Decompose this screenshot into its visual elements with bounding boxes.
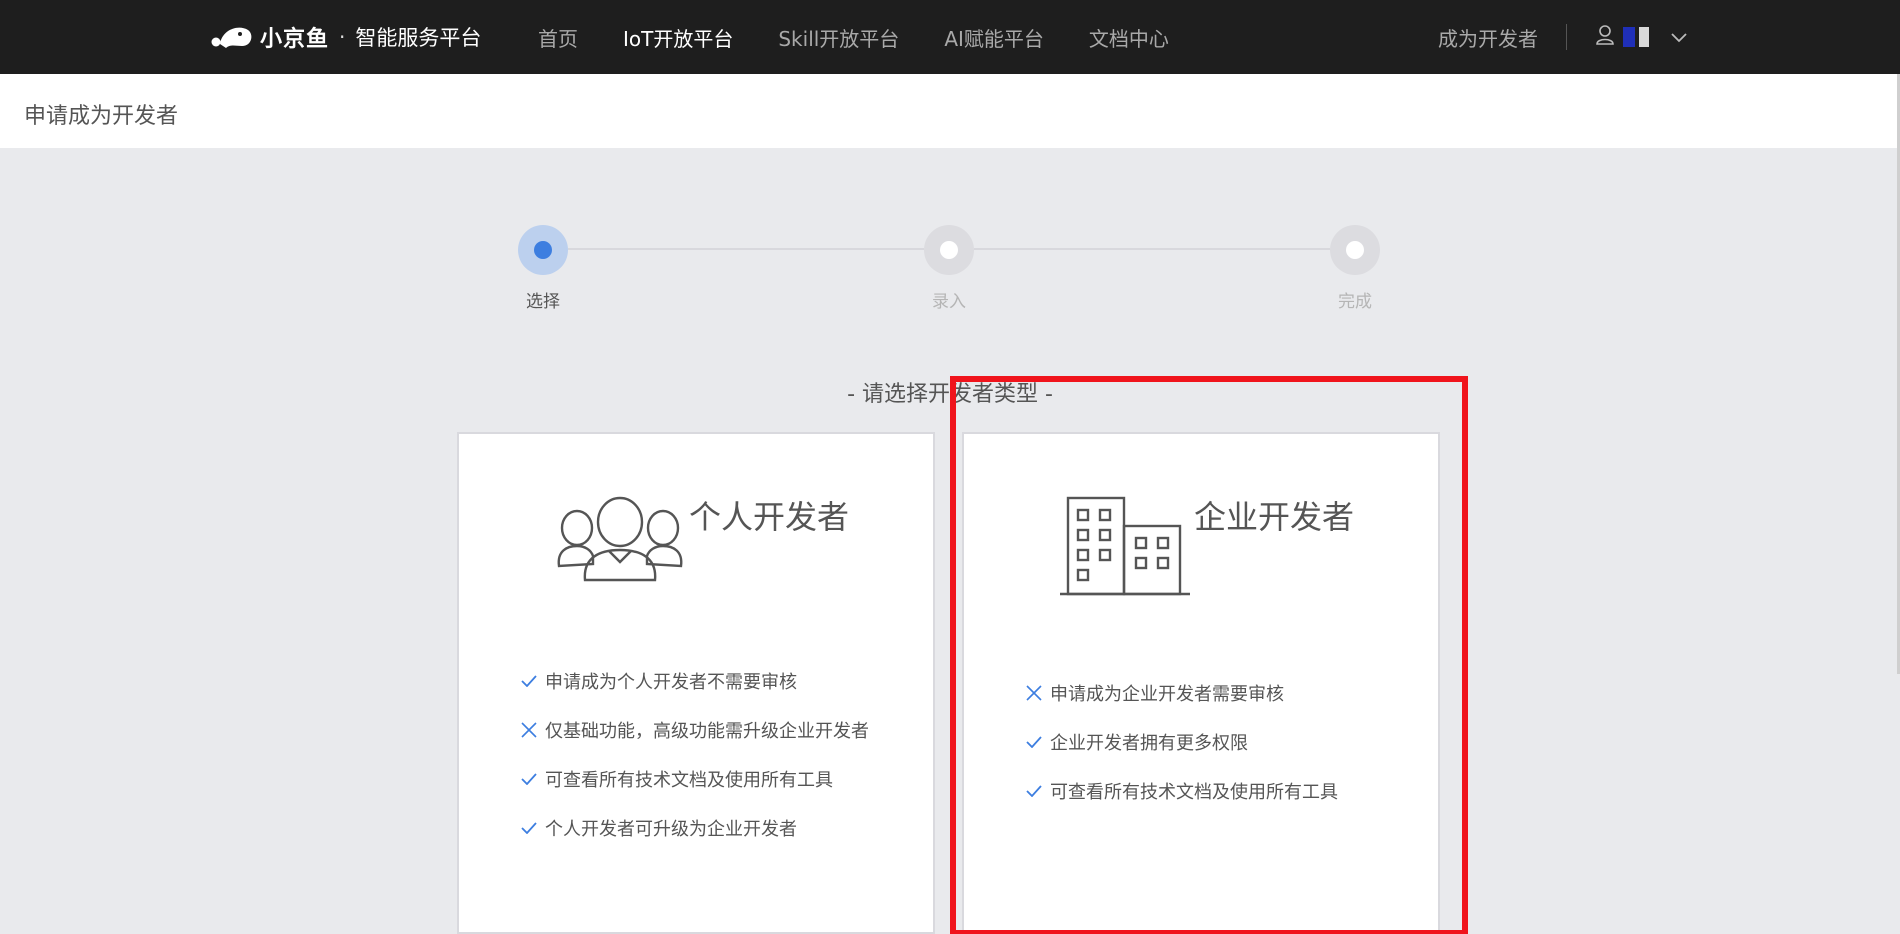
- list-item: 可查看所有技术文档及使用所有工具: [519, 754, 869, 803]
- feature-text: 申请成为企业开发者需要审核: [1050, 683, 1284, 705]
- list-item: 可查看所有技术文档及使用所有工具: [1024, 766, 1338, 815]
- feature-text: 个人开发者可升级为企业开发者: [545, 818, 797, 840]
- step-complete: 完成: [1330, 225, 1380, 312]
- buildings-icon: [1060, 494, 1190, 602]
- enterprise-feature-list: 申请成为企业开发者需要审核 企业开发者拥有更多权限 可查看所有技术文档及使用所有…: [1024, 668, 1338, 815]
- feature-text: 可查看所有技术文档及使用所有工具: [1050, 781, 1338, 803]
- step-select: 选择: [518, 225, 568, 312]
- check-icon: [519, 769, 539, 789]
- page-header: 申请成为开发者: [0, 74, 1900, 148]
- user-name-redacted: [1623, 27, 1635, 47]
- cross-icon: [519, 720, 539, 740]
- page-title: 申请成为开发者: [24, 104, 179, 129]
- nav-item-home[interactable]: 首页: [538, 23, 578, 52]
- step-connector-2: [974, 248, 1330, 250]
- nav-divider: [1566, 24, 1567, 50]
- check-icon: [519, 818, 539, 838]
- enterprise-developer-card[interactable]: 企业开发者 申请成为企业开发者需要审核 企业开发者拥有更多权限 可查看所有技术文…: [962, 432, 1440, 934]
- step-circle-pending: [1330, 225, 1380, 275]
- nav-item-iot[interactable]: IoT开放平台: [623, 23, 733, 52]
- list-item: 仅基础功能，高级功能需升级企业开发者: [519, 705, 869, 754]
- nav-item-ai[interactable]: AI赋能平台: [944, 23, 1044, 52]
- feature-text: 申请成为个人开发者不需要审核: [545, 671, 797, 693]
- feature-text: 仅基础功能，高级功能需升级企业开发者: [545, 720, 869, 742]
- progress-steps: 选择 录入 完成: [0, 148, 1900, 338]
- brand-separator: ·: [339, 25, 346, 49]
- check-icon: [519, 671, 539, 691]
- cross-icon: [1024, 683, 1044, 703]
- brand-subtitle: 智能服务平台: [355, 26, 482, 50]
- step-circle-active: [518, 225, 568, 275]
- list-item: 个人开发者可升级为企业开发者: [519, 803, 869, 852]
- step-label-input: 录入: [932, 292, 966, 312]
- personal-developer-card[interactable]: 个人开发者 申请成为个人开发者不需要审核 仅基础功能，高级功能需升级企业开发者 …: [457, 432, 935, 934]
- become-developer-link[interactable]: 成为开发者: [1438, 23, 1538, 52]
- feature-text: 企业开发者拥有更多权限: [1050, 732, 1248, 754]
- brand-name: 小京鱼: [260, 27, 330, 52]
- check-icon: [1024, 732, 1044, 752]
- nav-item-skill[interactable]: Skill开放平台: [778, 23, 899, 52]
- brand-logo[interactable]: 小京鱼 · 智能服务平台: [210, 20, 481, 54]
- step-input: 录入: [924, 225, 974, 312]
- personal-card-title: 个人开发者: [689, 498, 850, 536]
- top-right-area: 成为开发者: [1438, 0, 1687, 74]
- people-group-icon: [555, 496, 685, 590]
- check-icon: [1024, 781, 1044, 801]
- top-navigation-bar: 小京鱼 · 智能服务平台 首页 IoT开放平台 Skill开放平台 AI赋能平台…: [0, 0, 1900, 74]
- fish-logo-icon: [210, 22, 254, 52]
- chevron-down-icon: [1671, 28, 1687, 47]
- section-title: - 请选择开发者类型 -: [847, 382, 1053, 407]
- user-menu[interactable]: [1595, 24, 1687, 50]
- list-item: 申请成为个人开发者不需要审核: [519, 656, 869, 705]
- enterprise-card-title: 企业开发者: [1194, 498, 1355, 536]
- personal-feature-list: 申请成为个人开发者不需要审核 仅基础功能，高级功能需升级企业开发者 可查看所有技…: [519, 656, 869, 852]
- step-connector-1: [568, 248, 924, 250]
- list-item: 申请成为企业开发者需要审核: [1024, 668, 1338, 717]
- user-icon: [1595, 24, 1615, 50]
- feature-text: 可查看所有技术文档及使用所有工具: [545, 769, 833, 791]
- nav-item-docs[interactable]: 文档中心: [1089, 23, 1169, 52]
- list-item: 企业开发者拥有更多权限: [1024, 717, 1338, 766]
- step-circle-pending: [924, 225, 974, 275]
- step-label-select: 选择: [526, 292, 560, 312]
- step-label-complete: 完成: [1338, 292, 1372, 312]
- main-nav: 首页 IoT开放平台 Skill开放平台 AI赋能平台 文档中心: [538, 0, 1214, 74]
- user-name-redacted-2: [1639, 27, 1649, 47]
